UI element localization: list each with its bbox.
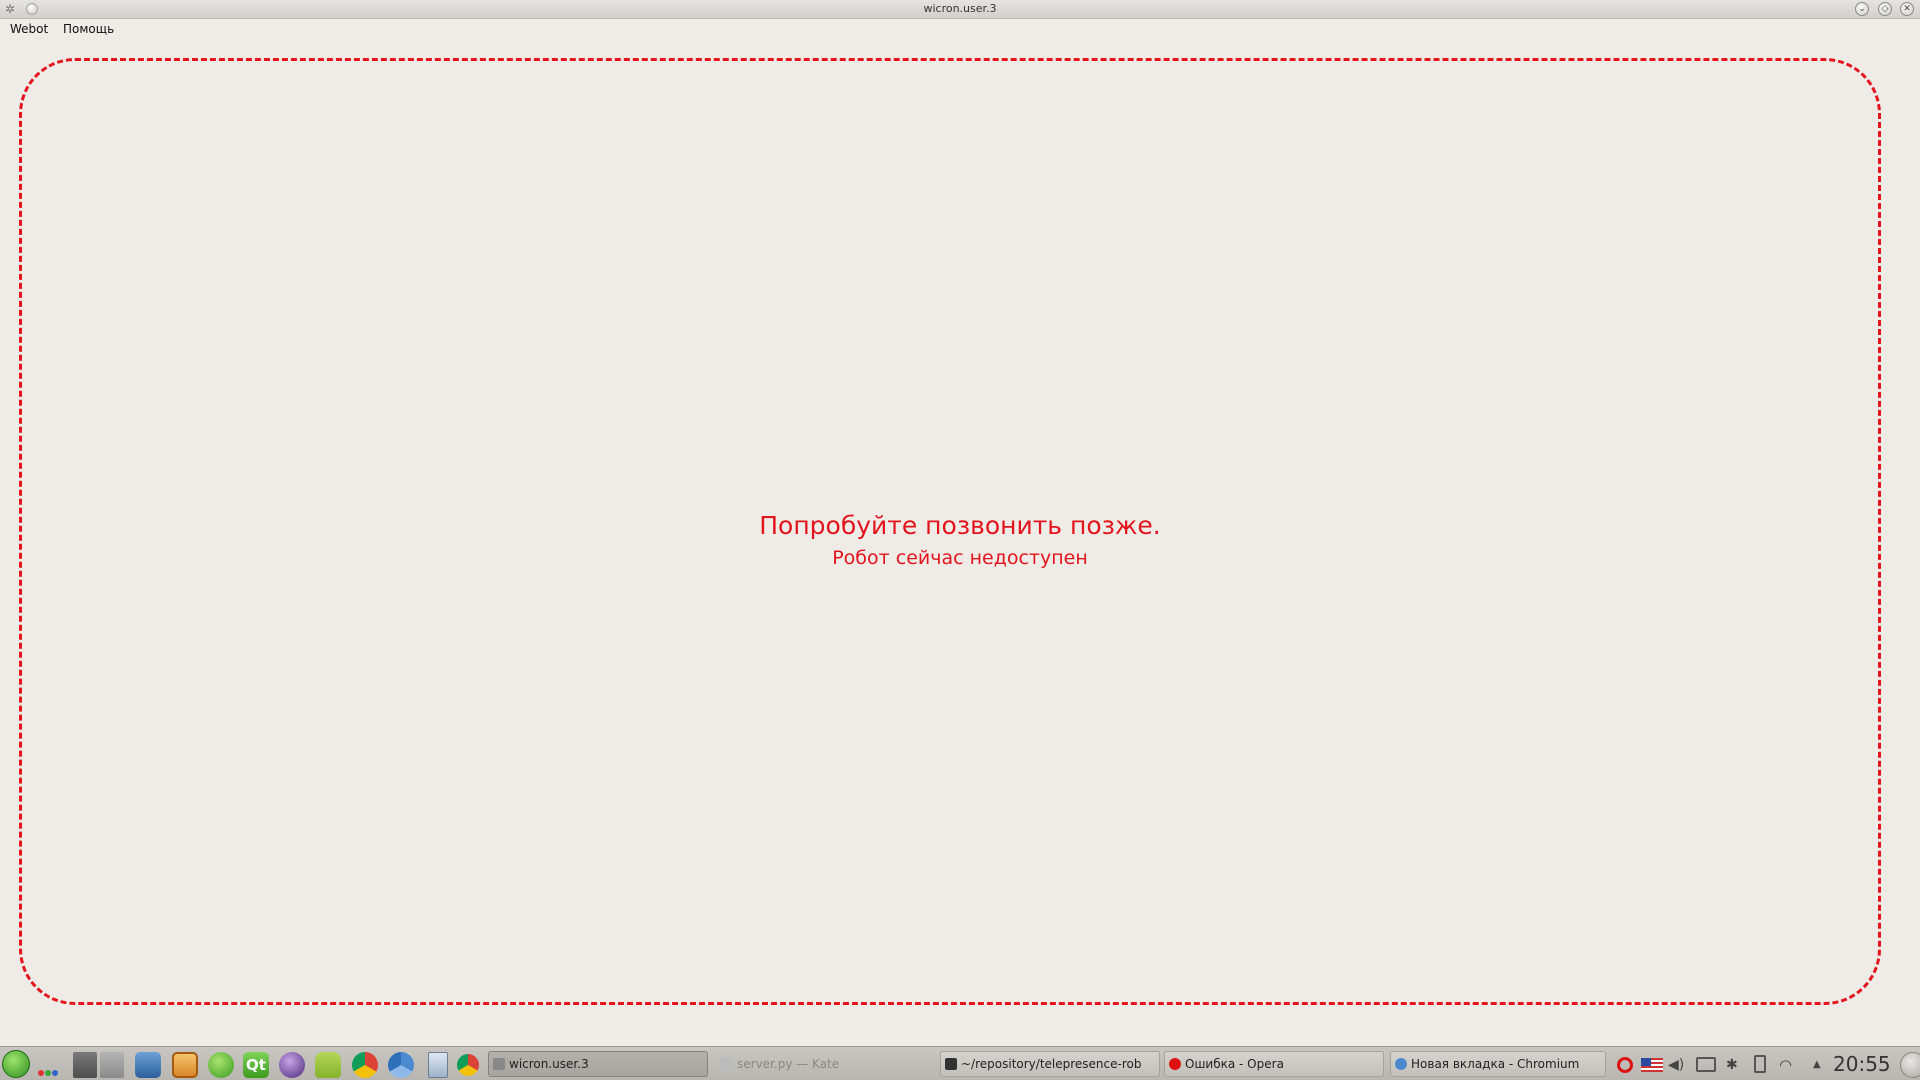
- qt-creator-icon[interactable]: Qt: [243, 1052, 269, 1078]
- network-icon[interactable]: [1696, 1057, 1716, 1072]
- desktop-1-icon[interactable]: [73, 1052, 97, 1078]
- home-icon[interactable]: [208, 1052, 234, 1078]
- taskbar: Qt wicron.user.3 server.py — Kate ~/repo…: [0, 1046, 1920, 1080]
- close-button[interactable]: ✕: [1900, 2, 1914, 16]
- eclipse-icon[interactable]: [279, 1052, 305, 1078]
- task-opera[interactable]: Ошибка - Opera: [1164, 1051, 1384, 1077]
- window-title: wicron.user.3: [923, 2, 997, 15]
- android-icon[interactable]: [315, 1052, 341, 1078]
- opera-icon[interactable]: [1617, 1057, 1633, 1073]
- expand-arrow-icon[interactable]: ▲: [1813, 1057, 1829, 1073]
- battery-icon[interactable]: [1754, 1055, 1766, 1073]
- task-wicron[interactable]: wicron.user.3: [488, 1051, 708, 1077]
- status-message-secondary: Робот сейчас недоступен: [832, 547, 1088, 569]
- task-label: ~/repository/telepresence-rob: [961, 1057, 1142, 1071]
- start-menu-icon[interactable]: [2, 1050, 30, 1078]
- bluetooth-icon[interactable]: ✱: [1726, 1057, 1742, 1073]
- menu-webot[interactable]: Webot: [10, 22, 48, 36]
- chrome-icon[interactable]: [352, 1052, 378, 1078]
- kate-icon: [721, 1058, 733, 1070]
- task-label: wicron.user.3: [509, 1057, 589, 1071]
- menu-help[interactable]: Помощь: [63, 22, 114, 36]
- app-icon: [493, 1058, 505, 1070]
- file-icon[interactable]: [428, 1052, 448, 1078]
- task-label: Ошибка - Opera: [1185, 1057, 1284, 1071]
- terminal-icon: [945, 1058, 957, 1070]
- task-kate[interactable]: server.py — Kate: [716, 1051, 934, 1077]
- status-message-primary: Попробуйте позвонить позже.: [759, 511, 1161, 540]
- volume-icon[interactable]: ◀): [1668, 1057, 1684, 1073]
- clock[interactable]: 20:55: [1833, 1052, 1891, 1076]
- wifi-icon[interactable]: ◠: [1779, 1057, 1795, 1073]
- us-flag-icon[interactable]: [1641, 1058, 1663, 1072]
- maximize-button[interactable]: ◇: [1878, 2, 1892, 16]
- opera-icon: [1169, 1058, 1181, 1070]
- task-label: server.py — Kate: [737, 1057, 840, 1071]
- chrome-icon[interactable]: [457, 1054, 479, 1076]
- chromium-icon[interactable]: [388, 1052, 414, 1078]
- task-chromium[interactable]: Новая вкладка - Chromium: [1390, 1051, 1606, 1077]
- desktop-2-icon[interactable]: [100, 1052, 124, 1078]
- show-desktop-icon[interactable]: [1900, 1052, 1920, 1078]
- virtualbox-icon[interactable]: [172, 1052, 198, 1078]
- task-terminal[interactable]: ~/repository/telepresence-rob: [940, 1051, 1160, 1077]
- title-bar: ✲ wicron.user.3 ⌄ ◇ ✕: [0, 0, 1920, 19]
- menu-bar: Webot Помощь: [0, 19, 1920, 39]
- minimize-button[interactable]: ⌄: [1855, 2, 1869, 16]
- vm-icon[interactable]: [135, 1052, 161, 1078]
- chromium-icon: [1395, 1058, 1407, 1070]
- dots-icon[interactable]: [38, 1061, 62, 1076]
- task-label: Новая вкладка - Chromium: [1411, 1057, 1580, 1071]
